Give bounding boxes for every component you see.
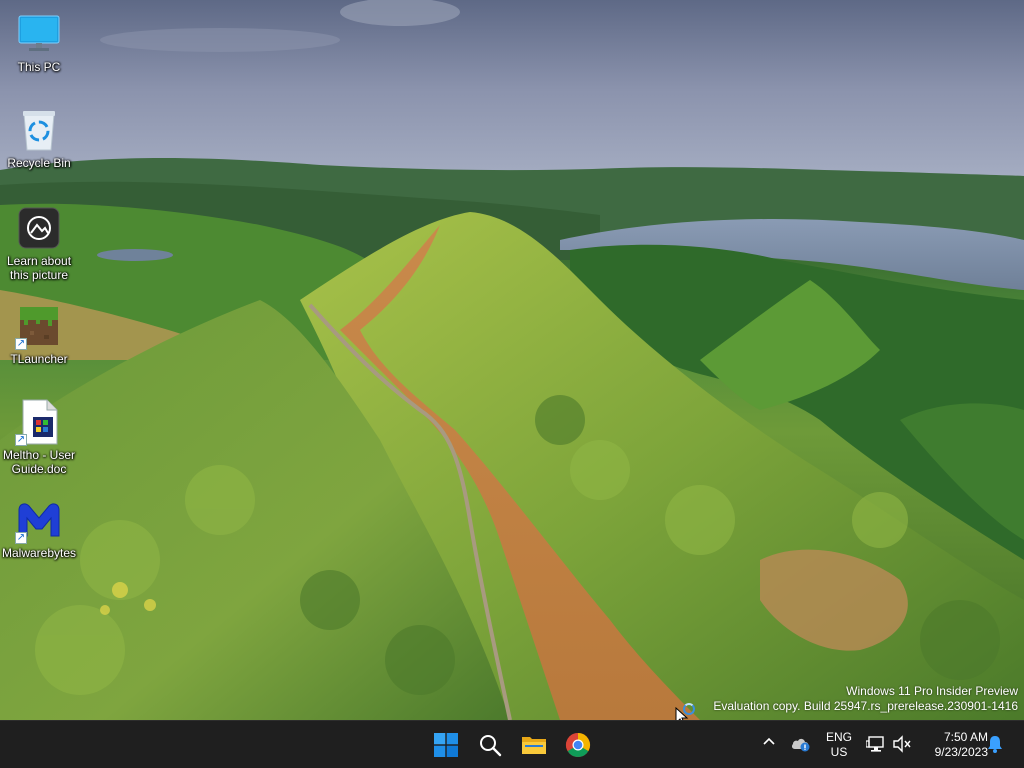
desktop-icon-tlauncher[interactable]: ↗ TLauncher (0, 302, 78, 366)
taskbar: ENG US 7:50 AM 9/23/2023 (0, 720, 1024, 768)
chrome-button[interactable] (560, 727, 596, 763)
clock-time: 7:50 AM (943, 730, 988, 744)
wallpaper (0, 0, 1024, 720)
desktop-icon-learn-about-picture[interactable]: Learn about this picture (0, 204, 78, 282)
desktop-icon-label: Recycle Bin (7, 156, 71, 170)
desktop-icon-this-pc[interactable]: This PC (0, 10, 78, 74)
file-explorer-button[interactable] (516, 727, 552, 763)
shortcut-arrow-icon: ↗ (15, 532, 27, 544)
volume-muted-icon[interactable] (892, 735, 912, 755)
desktop-icon-meltho-user-guide[interactable]: ↗ Meltho - User Guide.doc (0, 398, 78, 476)
language-code: ENG (825, 730, 852, 744)
camera-icon (15, 204, 63, 252)
shortcut-arrow-icon: ↗ (15, 434, 27, 446)
malwarebytes-icon: ↗ (15, 496, 63, 544)
monitor-icon (15, 10, 63, 58)
evaluation-watermark: Windows 11 Pro Insider Preview Evaluatio… (713, 684, 1018, 714)
document-icon: ↗ (15, 398, 63, 446)
desktop-icon-label: This PC (17, 60, 61, 74)
mouse-cursor-icon (675, 707, 689, 720)
shortcut-arrow-icon: ↗ (15, 338, 27, 350)
clock[interactable]: 7:50 AM 9/23/2023 (918, 730, 988, 760)
windows-logo-icon (434, 733, 458, 757)
desktop-icon-malwarebytes[interactable]: ↗ Malwarebytes (0, 496, 78, 560)
desktop-icon-recycle-bin[interactable]: Recycle Bin (0, 106, 78, 170)
grass-block-icon: ↗ (15, 302, 63, 350)
recycle-bin-icon (15, 106, 63, 154)
desktop-icon-label: Meltho - User Guide.doc (2, 448, 76, 476)
chrome-icon (565, 733, 591, 758)
show-hidden-icons-chevron-icon[interactable] (760, 735, 778, 753)
clock-date: 9/23/2023 (934, 745, 988, 759)
network-icon[interactable] (865, 735, 886, 755)
onedrive-icon[interactable] (790, 735, 812, 755)
keyboard-layout: US (830, 745, 848, 759)
desktop-icon-label: TLauncher (10, 352, 68, 366)
watermark-line-1: Windows 11 Pro Insider Preview (846, 684, 1018, 698)
input-language-indicator[interactable]: ENG US (822, 730, 856, 760)
search-icon (480, 735, 502, 757)
desktop[interactable]: This PC Recycle Bin Learn about this pic… (0, 0, 1024, 720)
search-button[interactable] (472, 727, 508, 763)
watermark-line-2: Evaluation copy. Build 25947.rs_prerelea… (713, 699, 1018, 713)
folder-icon (522, 737, 546, 754)
notification-bell-icon[interactable] (986, 734, 1006, 754)
desktop-icon-label: Malwarebytes (1, 546, 77, 560)
start-button[interactable] (428, 727, 464, 763)
desktop-icon-label: Learn about this picture (6, 254, 72, 282)
